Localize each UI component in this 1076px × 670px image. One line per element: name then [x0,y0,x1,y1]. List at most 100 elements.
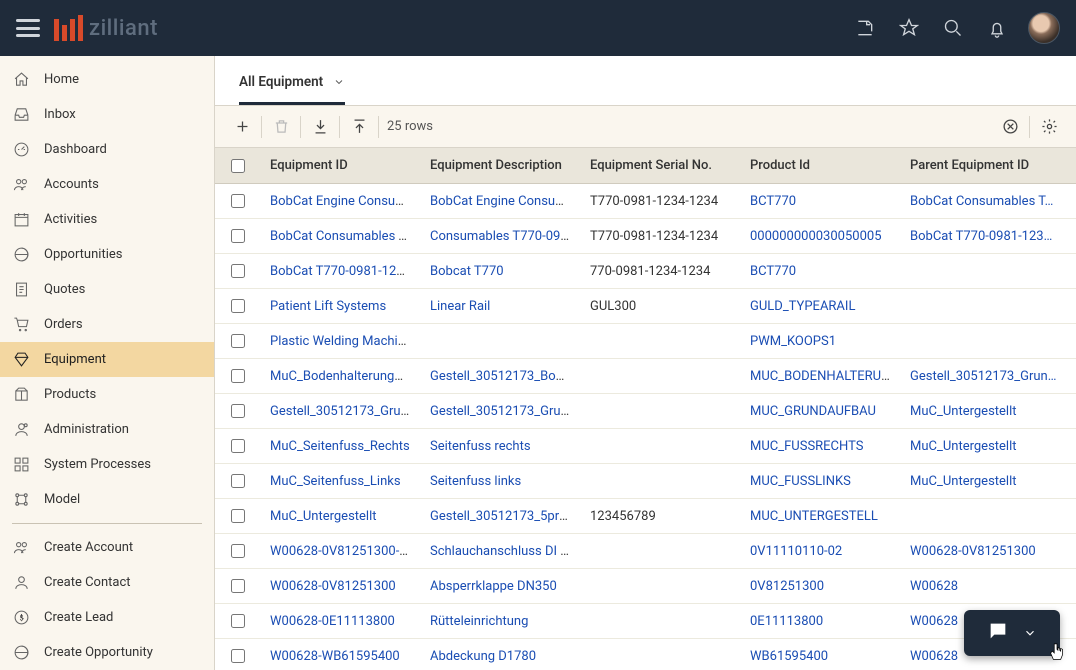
row-checkbox[interactable] [231,649,245,663]
sidebar-item-dashboard[interactable]: Dashboard [0,132,214,167]
bell-icon[interactable] [986,17,1008,39]
row-checkbox[interactable] [231,334,245,348]
equipment-desc-link[interactable]: Gestell_30512173_Bode… [430,369,579,384]
equipment-desc-link[interactable]: Gestell_30512173_5pr_0… [430,509,580,524]
table-row[interactable]: BobCat Consumables T7…Consumables T770-0… [215,219,1076,254]
equipment-id-link[interactable]: Plastic Welding Machine [270,334,412,349]
col-product-id[interactable]: Product Id [740,158,900,173]
add-button[interactable] [225,110,259,144]
sidebar-item-create-opportunity[interactable]: Create Opportunity [0,635,214,670]
sidebar-item-create-lead[interactable]: $Create Lead [0,600,214,635]
parent-equipment-link[interactable]: Gestell_30512173_Grun… [910,369,1056,384]
table-row[interactable]: Plastic Welding Machine PWM_KOOPS1 [215,324,1076,359]
parent-equipment-link[interactable]: MuC_Untergestellt [910,439,1017,454]
parent-equipment-link[interactable]: BobCat T770-0981-123… [910,229,1052,244]
equipment-id-link[interactable]: MuC_BodenhalterungGrp [270,369,415,384]
table-row[interactable]: W00628-0V81251300-0V…Schlauchanschluss D… [215,534,1076,569]
sidebar-item-inbox[interactable]: Inbox [0,97,214,132]
table-row[interactable]: MuC_BodenhalterungGrp Gestell_30512173_Bo… [215,359,1076,394]
compose-icon[interactable] [854,17,876,39]
brand-logo[interactable]: zilliant [54,15,158,41]
parent-equipment-link[interactable]: W00628 [910,614,958,629]
menu-toggle[interactable] [16,19,40,37]
table-row[interactable]: MuC_Seitenfuss_Links Seitenfuss links MUC_… [215,464,1076,499]
sidebar-item-products[interactable]: Products [0,377,214,412]
equipment-id-link[interactable]: Patient Lift Systems [270,299,386,314]
parent-equipment-link[interactable]: MuC_Untergestellt [910,474,1017,489]
equipment-desc-link[interactable]: Absperrklappe DN350 [430,579,557,594]
delete-button[interactable] [264,110,298,144]
table-row[interactable]: Patient Lift SystemsLinear RailGUL300GUL… [215,289,1076,324]
product-id-link[interactable]: MUC_FUSSLINKS [750,474,851,489]
product-id-link[interactable]: MUC_FUSSRECHTS [750,439,863,454]
col-serial-no[interactable]: Equipment Serial No. [580,158,740,173]
product-id-link[interactable]: PWM_KOOPS1 [750,334,836,349]
row-checkbox[interactable] [231,369,245,383]
product-id-link[interactable]: 0E11113800 [750,614,823,629]
product-id-link[interactable]: WB61595400 [750,649,828,664]
product-id-link[interactable]: BCT770 [750,264,796,279]
equipment-id-link[interactable]: BobCat T770-0981-1234-… [270,264,420,279]
product-id-link[interactable]: MUC_BODENHALTERUN… [750,369,899,384]
col-equipment-desc[interactable]: Equipment Description [420,158,580,173]
export-button[interactable] [342,110,376,144]
equipment-id-link[interactable]: W00628-0V81251300-0V… [270,544,420,559]
parent-equipment-link[interactable]: W00628 [910,579,958,594]
equipment-id-link[interactable]: BobCat Engine Consuma… [270,194,420,209]
avatar[interactable] [1028,12,1060,44]
table-row[interactable]: W00628-0V81251300Absperrklappe DN3500V81… [215,569,1076,604]
table-row[interactable]: Gestell_30512173_Grund… Gestell_30512173_… [215,394,1076,429]
sidebar-item-equipment[interactable]: Equipment [0,342,214,377]
equipment-desc-link[interactable]: Seitenfuss rechts [430,439,531,454]
sidebar-item-system-processes[interactable]: System Processes [0,447,214,482]
equipment-desc-link[interactable]: Gestell_30512173_Grund… [430,404,580,419]
row-checkbox[interactable] [231,299,245,313]
product-id-link[interactable]: 0V81251300 [750,579,824,594]
settings-button[interactable] [1032,110,1066,144]
row-checkbox[interactable] [231,509,245,523]
search-icon[interactable] [942,17,964,39]
sidebar-item-activities[interactable]: Activities [0,202,214,237]
row-checkbox[interactable] [231,439,245,453]
sidebar-item-accounts[interactable]: Accounts [0,167,214,202]
equipment-id-link[interactable]: W00628-WB61595400 [270,649,400,664]
table-row[interactable]: BobCat Engine Consuma… BobCat Engine Cons… [215,184,1076,219]
row-checkbox[interactable] [231,474,245,488]
import-button[interactable] [303,110,337,144]
row-checkbox[interactable] [231,404,245,418]
product-id-link[interactable]: 000000000030050005 [750,229,882,244]
equipment-id-link[interactable]: MuC_Seitenfuss_Rechts [270,439,410,454]
row-checkbox[interactable] [231,194,245,208]
tab-all-equipment[interactable]: All Equipment [239,74,345,105]
equipment-id-link[interactable]: W00628-0E11113800 [270,614,395,629]
row-checkbox[interactable] [231,264,245,278]
select-all-checkbox[interactable] [231,159,245,173]
product-id-link[interactable]: 0V11110110-02 [750,544,842,559]
sidebar-item-create-account[interactable]: Create Account [0,530,214,565]
sidebar-item-create-contact[interactable]: Create Contact [0,565,214,600]
product-id-link[interactable]: GULD_TYPEARAIL [750,299,855,314]
table-row[interactable]: BobCat T770-0981-1234-…Bobcat T770770-09… [215,254,1076,289]
equipment-desc-link[interactable]: Seitenfuss links [430,474,521,489]
sidebar-item-quotes[interactable]: Quotes [0,272,214,307]
equipment-desc-link[interactable]: Linear Rail [430,299,490,314]
equipment-id-link[interactable]: MuC_Untergestellt [270,509,377,524]
sidebar-item-model[interactable]: Model [0,482,214,517]
row-checkbox[interactable] [231,229,245,243]
equipment-desc-link[interactable]: BobCat Engine Consuma… [430,194,580,209]
equipment-id-link[interactable]: Gestell_30512173_Grund… [270,404,420,419]
row-checkbox[interactable] [231,614,245,628]
table-row[interactable]: W00628-WB61595400Abdeckung D1780WB615954… [215,639,1076,670]
equipment-id-link[interactable]: BobCat Consumables T7… [270,229,420,244]
parent-equipment-link[interactable]: W00628 [910,649,958,664]
equipment-desc-link[interactable]: Bobcat T770 [430,264,504,279]
product-id-link[interactable]: MUC_UNTERGESTELL [750,509,878,524]
equipment-id-link[interactable]: MuC_Seitenfuss_Links [270,474,401,489]
star-icon[interactable] [898,17,920,39]
product-id-link[interactable]: BCT770 [750,194,796,209]
parent-equipment-link[interactable]: MuC_Untergestellt [910,404,1017,419]
table-row[interactable]: MuC_Seitenfuss_Rechts Seitenfuss rechts MU… [215,429,1076,464]
row-checkbox[interactable] [231,579,245,593]
clear-filter-button[interactable] [993,110,1027,144]
product-id-link[interactable]: MUC_GRUNDAUFBAU [750,404,876,419]
